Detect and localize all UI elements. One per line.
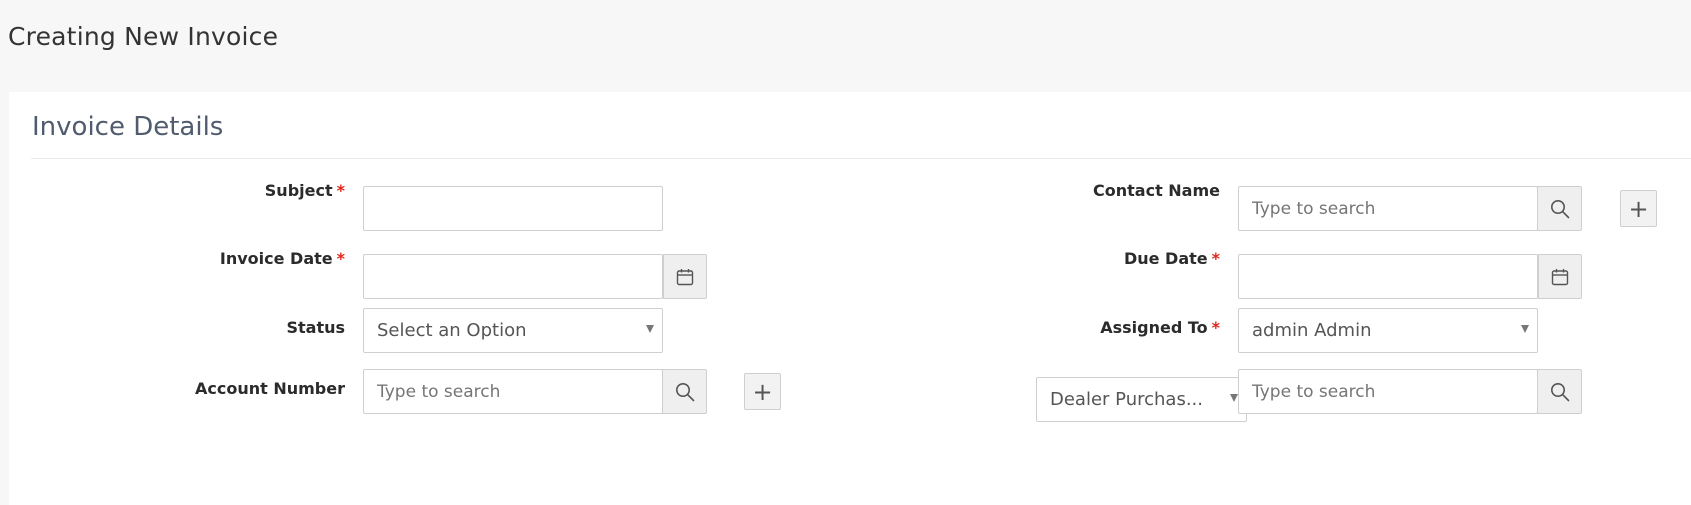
search-icon — [1550, 382, 1569, 401]
subject-field[interactable] — [363, 186, 663, 231]
invoice-date-label: Invoice Date * — [220, 249, 345, 268]
assigned-to-label-text: Assigned To — [1100, 318, 1208, 337]
contact-name-field[interactable] — [1238, 186, 1582, 231]
plus-icon: + — [1628, 194, 1649, 223]
due-date-calendar-button[interactable] — [1538, 254, 1582, 299]
chevron-down-icon — [1521, 325, 1529, 333]
related-module-selected-value: Dealer Purchas... — [1050, 389, 1203, 410]
invoice-date-field[interactable] — [363, 254, 707, 299]
status-select[interactable]: Select an Option — [363, 308, 663, 353]
page-header: Creating New Invoice — [0, 0, 1691, 92]
due-date-input[interactable] — [1239, 255, 1537, 298]
contact-name-add-button[interactable]: + — [1620, 190, 1657, 227]
due-date-label: Due Date * — [1124, 249, 1220, 268]
section-title: Invoice Details — [32, 112, 224, 142]
related-record-field[interactable] — [1238, 369, 1582, 414]
required-marker: * — [1211, 318, 1220, 337]
contact-name-label: Contact Name — [1093, 181, 1220, 200]
chevron-down-icon — [646, 325, 654, 333]
status-label-text: Status — [286, 318, 345, 337]
required-marker: * — [336, 181, 345, 200]
contact-name-search-input[interactable] — [1239, 187, 1537, 230]
section-divider — [31, 158, 1691, 159]
search-icon — [675, 382, 694, 401]
account-number-search-button[interactable] — [662, 369, 707, 414]
contact-name-label-text: Contact Name — [1093, 181, 1220, 200]
subject-input[interactable] — [364, 187, 662, 230]
account-number-label-text: Account Number — [195, 379, 345, 398]
due-date-label-text: Due Date — [1123, 249, 1208, 268]
account-number-add-button[interactable]: + — [744, 373, 781, 410]
status-label: Status — [286, 318, 345, 337]
calendar-icon — [676, 268, 694, 285]
plus-icon: + — [752, 377, 773, 406]
search-icon — [1550, 199, 1569, 218]
contact-name-search-button[interactable] — [1537, 186, 1582, 231]
required-marker: * — [336, 249, 345, 268]
invoice-date-calendar-button[interactable] — [663, 254, 707, 299]
required-marker: * — [1211, 249, 1220, 268]
subject-label: Subject * — [265, 181, 345, 200]
assigned-to-selected-value: admin Admin — [1252, 320, 1372, 341]
invoice-date-input[interactable] — [364, 255, 662, 298]
account-number-field[interactable] — [363, 369, 707, 414]
calendar-icon — [1551, 268, 1569, 285]
subject-label-text: Subject — [264, 181, 333, 200]
account-number-search-input[interactable] — [364, 370, 662, 413]
due-date-field[interactable] — [1238, 254, 1582, 299]
related-module-select[interactable]: Dealer Purchas... — [1036, 377, 1247, 422]
account-number-label: Account Number — [195, 379, 345, 398]
chevron-down-icon — [1230, 394, 1238, 402]
assigned-to-label: Assigned To * — [1100, 318, 1220, 337]
invoice-details-panel: Invoice Details Subject * Invoice Date * S… — [9, 92, 1691, 505]
related-record-search-button[interactable] — [1537, 369, 1582, 414]
related-record-search-input[interactable] — [1239, 370, 1537, 413]
assigned-to-select[interactable]: admin Admin — [1238, 308, 1538, 353]
status-selected-value: Select an Option — [377, 320, 527, 341]
invoice-date-label-text: Invoice Date — [219, 249, 333, 268]
page-title: Creating New Invoice — [8, 22, 279, 51]
